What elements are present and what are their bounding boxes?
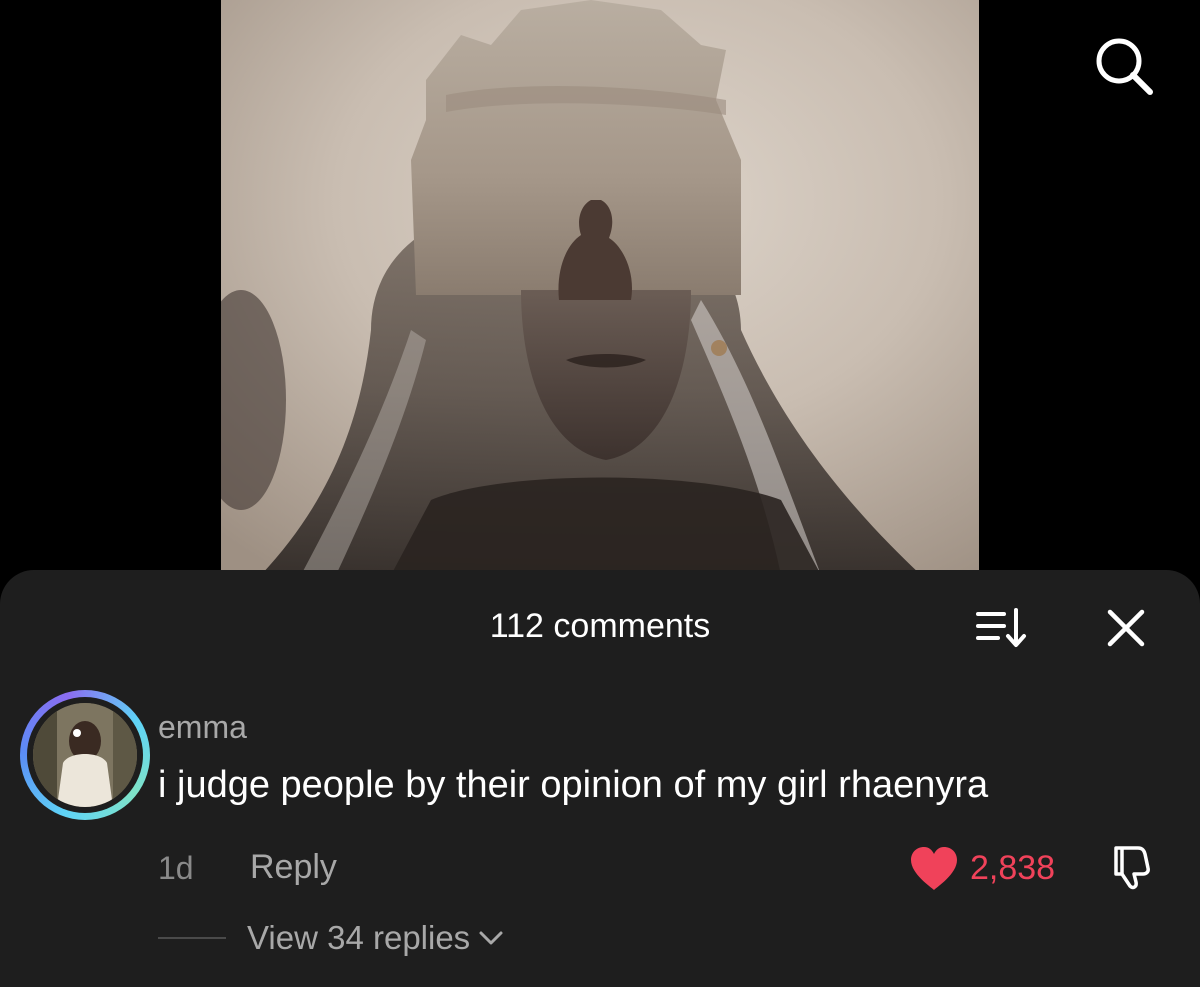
comments-sheet: 112 comments emma i judge people by thei… <box>0 570 1200 987</box>
like-button[interactable] <box>909 846 959 892</box>
search-button[interactable] <box>1092 34 1156 98</box>
dislike-button[interactable] <box>1108 842 1158 892</box>
comment-username[interactable]: emma <box>158 708 247 746</box>
sort-icon <box>976 608 1026 647</box>
screen: 112 comments emma i judge people by thei… <box>0 0 1200 987</box>
thumbs-down-icon <box>1114 846 1150 890</box>
heart-icon <box>911 847 957 890</box>
comment-timestamp: 1d <box>158 850 194 886</box>
video-artwork <box>221 0 979 575</box>
reply-button[interactable]: Reply <box>250 846 337 888</box>
avatar[interactable] <box>20 690 150 820</box>
sort-button[interactable] <box>972 606 1032 650</box>
like-count: 2,838 <box>970 849 1056 887</box>
video-frame[interactable] <box>221 0 979 575</box>
search-icon <box>1096 38 1153 95</box>
close-button[interactable] <box>1104 606 1148 650</box>
comment-text: i judge people by their opinion of my gi… <box>158 764 989 806</box>
view-replies-label: View 34 replies <box>247 919 471 956</box>
chevron-down-icon <box>479 931 503 945</box>
close-icon <box>1107 609 1145 647</box>
comment-item: emma i judge people by their opinion of … <box>0 690 1200 980</box>
view-replies-button[interactable]: View 34 replies <box>247 917 504 959</box>
replies-divider <box>158 937 226 939</box>
avatar-image <box>33 703 137 807</box>
